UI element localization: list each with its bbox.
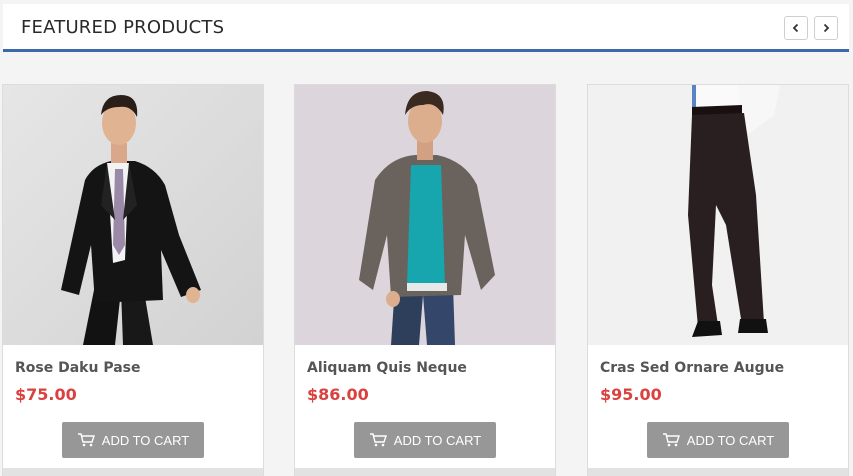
- add-to-cart-label: ADD TO CART: [686, 432, 775, 448]
- add-to-cart-button[interactable]: ADD TO CART: [62, 422, 204, 458]
- product-card[interactable]: Aliquam Quis Neque $86.00 ADD TO CART: [294, 84, 556, 476]
- card-footer-bar: [3, 468, 263, 476]
- product-price: $95.00: [600, 385, 662, 404]
- carousel-prev-button[interactable]: [784, 16, 808, 40]
- product-price: $75.00: [15, 385, 77, 404]
- add-to-cart-button[interactable]: ADD TO CART: [354, 422, 496, 458]
- product-photo-trousers: [588, 85, 848, 345]
- product-image[interactable]: [295, 85, 555, 345]
- product-name[interactable]: Rose Daku Pase: [15, 360, 140, 376]
- section-title: FEATURED PRODUCTS: [21, 17, 225, 38]
- carousel-next-button[interactable]: [814, 16, 838, 40]
- product-name[interactable]: Cras Sed Ornare Augue: [600, 360, 784, 376]
- cart-icon: [369, 433, 387, 447]
- cart-icon: [77, 433, 95, 447]
- product-price: $86.00: [307, 385, 369, 404]
- product-photo-jacket: [295, 85, 555, 345]
- add-to-cart-label: ADD TO CART: [101, 432, 190, 448]
- card-footer-bar: [295, 468, 555, 476]
- product-photo-suit: [3, 85, 263, 345]
- product-image[interactable]: [588, 85, 848, 345]
- chevron-left-icon: [792, 23, 799, 33]
- card-footer-bar: [588, 468, 848, 476]
- product-card[interactable]: Rose Daku Pase $75.00 ADD TO CART: [2, 84, 264, 476]
- product-image[interactable]: [3, 85, 263, 345]
- product-card[interactable]: Cras Sed Ornare Augue $95.00 ADD TO CART: [587, 84, 849, 476]
- product-name[interactable]: Aliquam Quis Neque: [307, 360, 467, 376]
- cart-icon: [662, 433, 680, 447]
- featured-products-header: FEATURED PRODUCTS: [3, 4, 849, 52]
- add-to-cart-label: ADD TO CART: [393, 432, 482, 448]
- add-to-cart-button[interactable]: ADD TO CART: [647, 422, 789, 458]
- chevron-right-icon: [823, 23, 830, 33]
